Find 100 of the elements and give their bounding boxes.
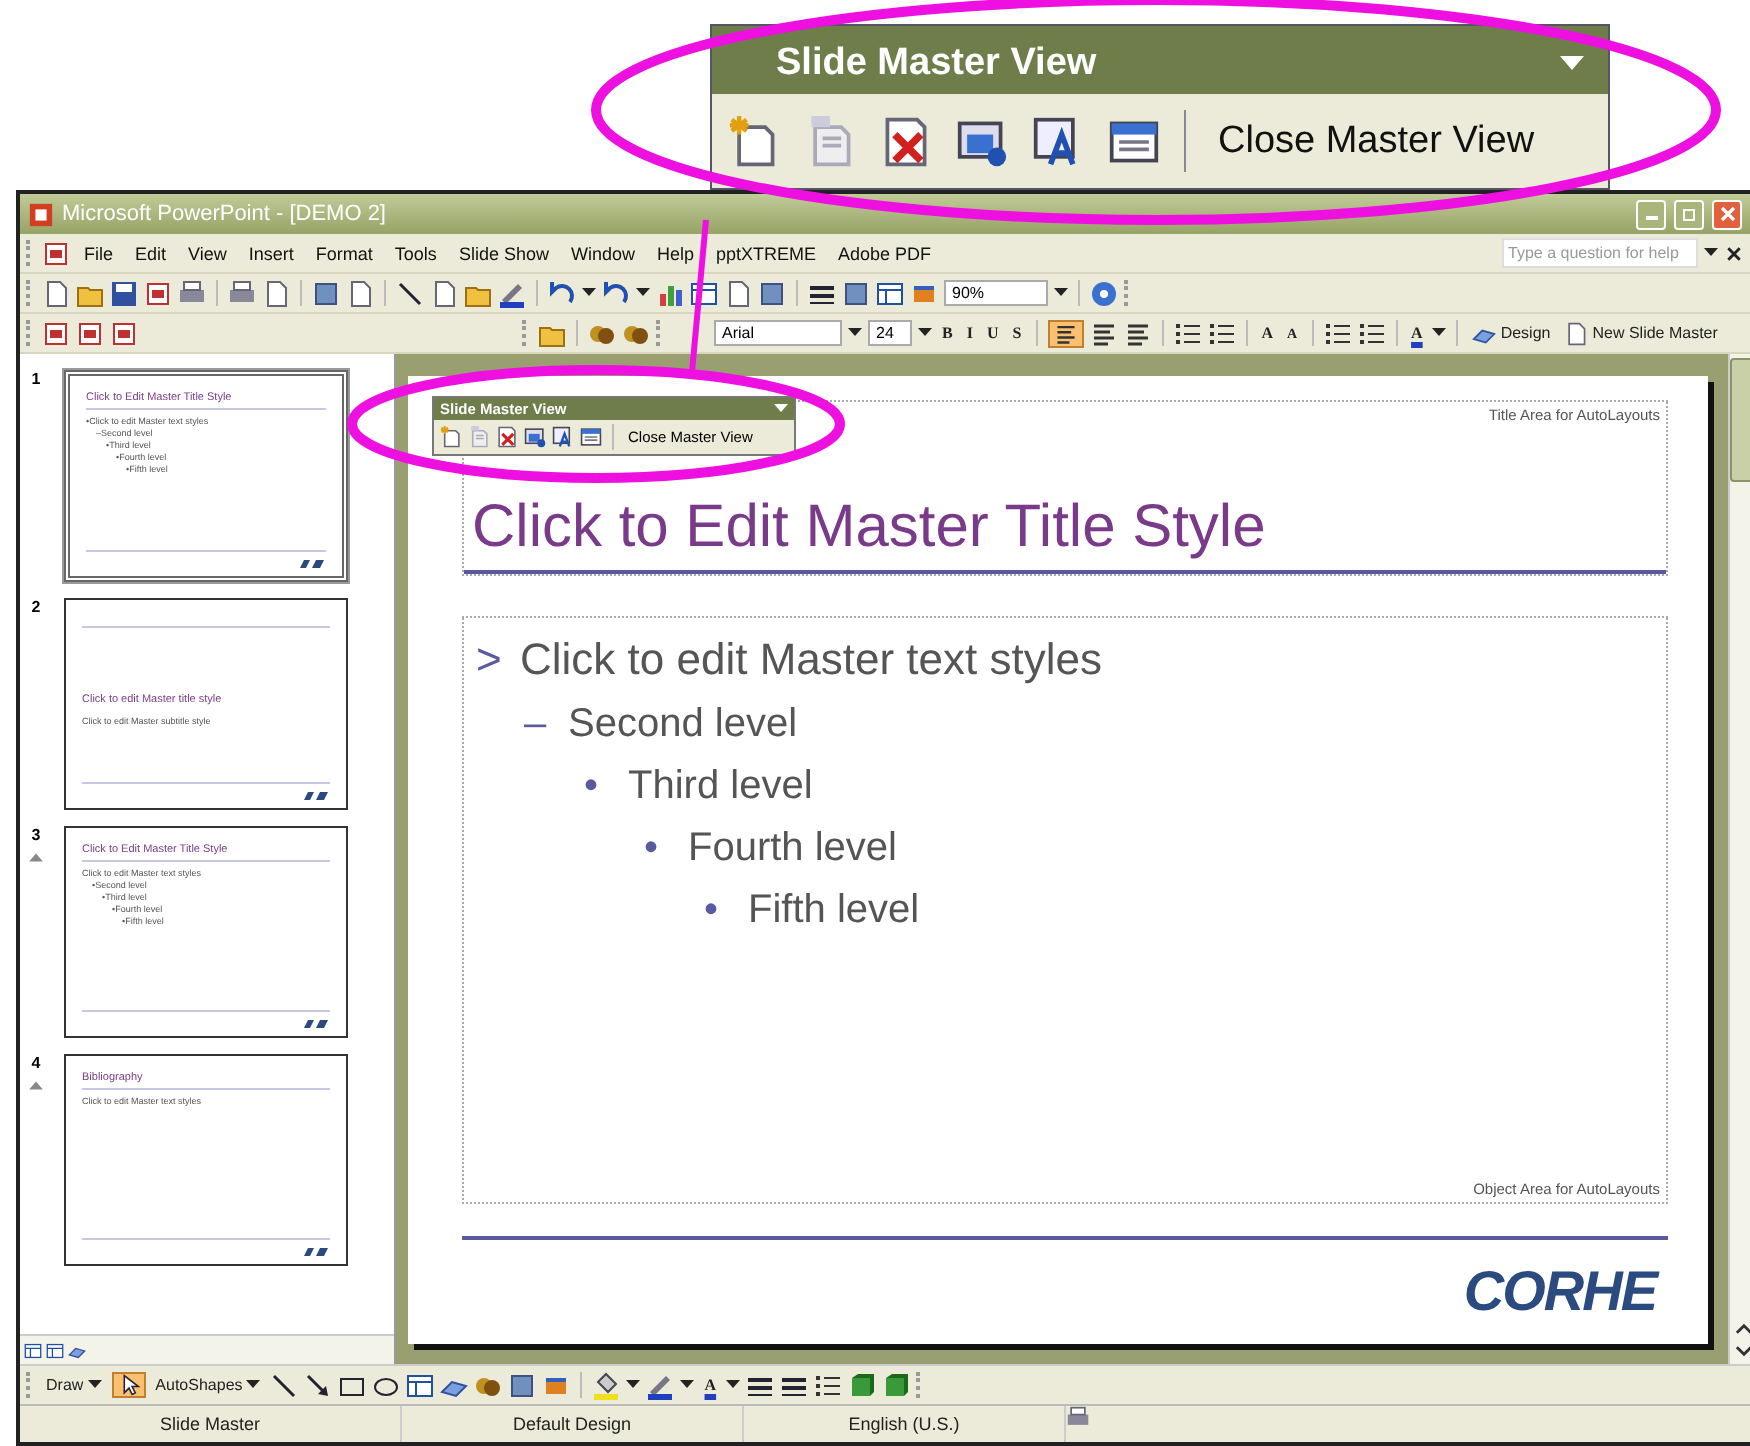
slide-number: 1 <box>31 370 41 388</box>
style-button[interactable]: B <box>938 324 957 342</box>
slide-number: 2 <box>31 598 41 616</box>
3d-icon[interactable] <box>882 1371 911 1399</box>
help-icon[interactable] <box>1090 279 1118 307</box>
align-center-icon[interactable] <box>1089 319 1118 347</box>
pdf-icon[interactable] <box>42 319 70 347</box>
caret-icon[interactable] <box>1704 248 1718 258</box>
new-document-icon[interactable] <box>42 279 70 307</box>
redo-icon[interactable] <box>602 279 630 307</box>
line-icon[interactable] <box>270 1371 299 1399</box>
slide-number: 3 <box>31 826 41 844</box>
list-icon[interactable] <box>1173 319 1202 347</box>
close-icon <box>1719 206 1735 222</box>
line-color-icon[interactable] <box>646 1371 675 1399</box>
autoshapes-menu-button[interactable]: AutoShapes <box>151 1376 265 1394</box>
save-icon[interactable] <box>110 279 138 307</box>
menu-item[interactable]: File <box>76 243 122 263</box>
slide-number: 4 <box>31 1054 41 1072</box>
logo-icon <box>302 1246 330 1258</box>
logo-icon <box>298 558 326 570</box>
slide-title[interactable]: Click to Edit Master Title Style <box>464 494 1666 575</box>
draw-menu-button[interactable]: Draw <box>42 1376 106 1394</box>
menu-item[interactable]: Slide Show <box>450 243 557 263</box>
printer-icon[interactable] <box>228 279 256 307</box>
menu-item[interactable]: Tools <box>386 243 445 263</box>
menu-item[interactable]: View <box>180 243 235 263</box>
restore-icon <box>1681 206 1697 222</box>
arrow-icon[interactable] <box>304 1371 333 1399</box>
caret-icon[interactable] <box>848 328 862 338</box>
menu-item[interactable]: Adobe PDF <box>830 243 940 263</box>
status-text: Slide Master <box>20 1406 402 1442</box>
caret-icon[interactable] <box>918 328 932 338</box>
pdf-icon[interactable] <box>144 279 172 307</box>
caret-icon[interactable] <box>680 1380 695 1390</box>
font-size-field[interactable]: 24 <box>868 320 912 346</box>
document-icon[interactable] <box>262 279 290 307</box>
style-button[interactable]: S <box>1008 324 1026 342</box>
toolbar-title: Slide Master View <box>776 42 1097 86</box>
close-master-view-button[interactable]: Close Master View <box>1210 119 1543 163</box>
document-icon[interactable] <box>42 239 70 267</box>
caret-icon[interactable] <box>636 288 650 298</box>
menu-item[interactable]: Edit <box>127 243 175 263</box>
undo-icon[interactable] <box>548 279 576 307</box>
fill-color-icon[interactable] <box>592 1371 621 1399</box>
bullet: • <box>704 886 721 937</box>
bullet: • <box>584 762 601 813</box>
indent-icon[interactable] <box>1323 319 1352 347</box>
bullet: – <box>524 700 549 751</box>
caret-icon[interactable] <box>1432 328 1447 338</box>
grow-font-button[interactable]: A <box>1257 324 1277 342</box>
status-text: Default Design <box>402 1406 744 1442</box>
zoom-field[interactable]: 90% <box>944 280 1048 306</box>
pdf-icon[interactable] <box>110 319 138 347</box>
menu-item[interactable]: pptXTREME <box>708 243 825 263</box>
indent-icon[interactable] <box>1357 319 1386 347</box>
vertical-scrollbar[interactable] <box>1728 354 1750 1364</box>
delete-slide-icon[interactable] <box>496 426 518 448</box>
next-slide-icon[interactable] <box>1733 1340 1750 1360</box>
font-color-button[interactable]: A <box>1407 324 1427 342</box>
design-button[interactable]: Design <box>1468 321 1555 345</box>
body-text-level: Fourth level <box>688 824 897 875</box>
body-text-level: Second level <box>568 700 798 751</box>
pdf-icon[interactable] <box>76 319 104 347</box>
font-color-button[interactable]: A <box>700 1376 721 1394</box>
scrollbar-thumb[interactable] <box>1730 358 1750 482</box>
layout-icon[interactable] <box>580 426 602 448</box>
normal-view-icon[interactable] <box>24 1341 42 1359</box>
body-text-level: Fifth level <box>748 886 920 937</box>
help-search-field[interactable]: Type a question for help <box>1502 238 1698 268</box>
new-slide-icon[interactable] <box>440 426 462 448</box>
select-button[interactable] <box>111 1372 146 1398</box>
printer-icon[interactable] <box>178 279 206 307</box>
new-slide-icon[interactable] <box>728 115 780 167</box>
grid-icon[interactable] <box>876 279 904 307</box>
caret-icon[interactable] <box>582 288 596 298</box>
app-icon <box>28 201 54 227</box>
align-icon <box>1053 321 1078 345</box>
menu-item[interactable]: Format <box>307 243 381 263</box>
style-button[interactable]: I <box>962 324 977 342</box>
close-button[interactable] <box>1712 199 1742 229</box>
style-button[interactable]: U <box>982 324 1003 342</box>
align-left-button[interactable] <box>1047 319 1084 347</box>
align-right-icon[interactable] <box>1123 319 1152 347</box>
document-icon[interactable] <box>346 279 374 307</box>
close-icon[interactable] <box>1724 243 1744 263</box>
menu-item[interactable]: Window <box>562 243 643 263</box>
sorter-view-icon[interactable] <box>46 1341 64 1359</box>
list-icon[interactable] <box>1207 319 1236 347</box>
page-icon <box>1564 321 1589 345</box>
font-field[interactable]: Arial <box>714 320 842 346</box>
caret-icon <box>246 1380 261 1390</box>
caret-icon[interactable] <box>726 1380 741 1390</box>
new-slide-master-button[interactable]: New Slide Master <box>1560 321 1722 345</box>
delete-slide-icon[interactable] <box>880 115 932 167</box>
caret-icon[interactable] <box>626 1380 641 1390</box>
menu-item[interactable]: Insert <box>240 243 302 263</box>
menu-item[interactable]: Help <box>648 243 702 263</box>
document-icon[interactable] <box>724 279 752 307</box>
caret-icon[interactable] <box>1054 288 1068 298</box>
